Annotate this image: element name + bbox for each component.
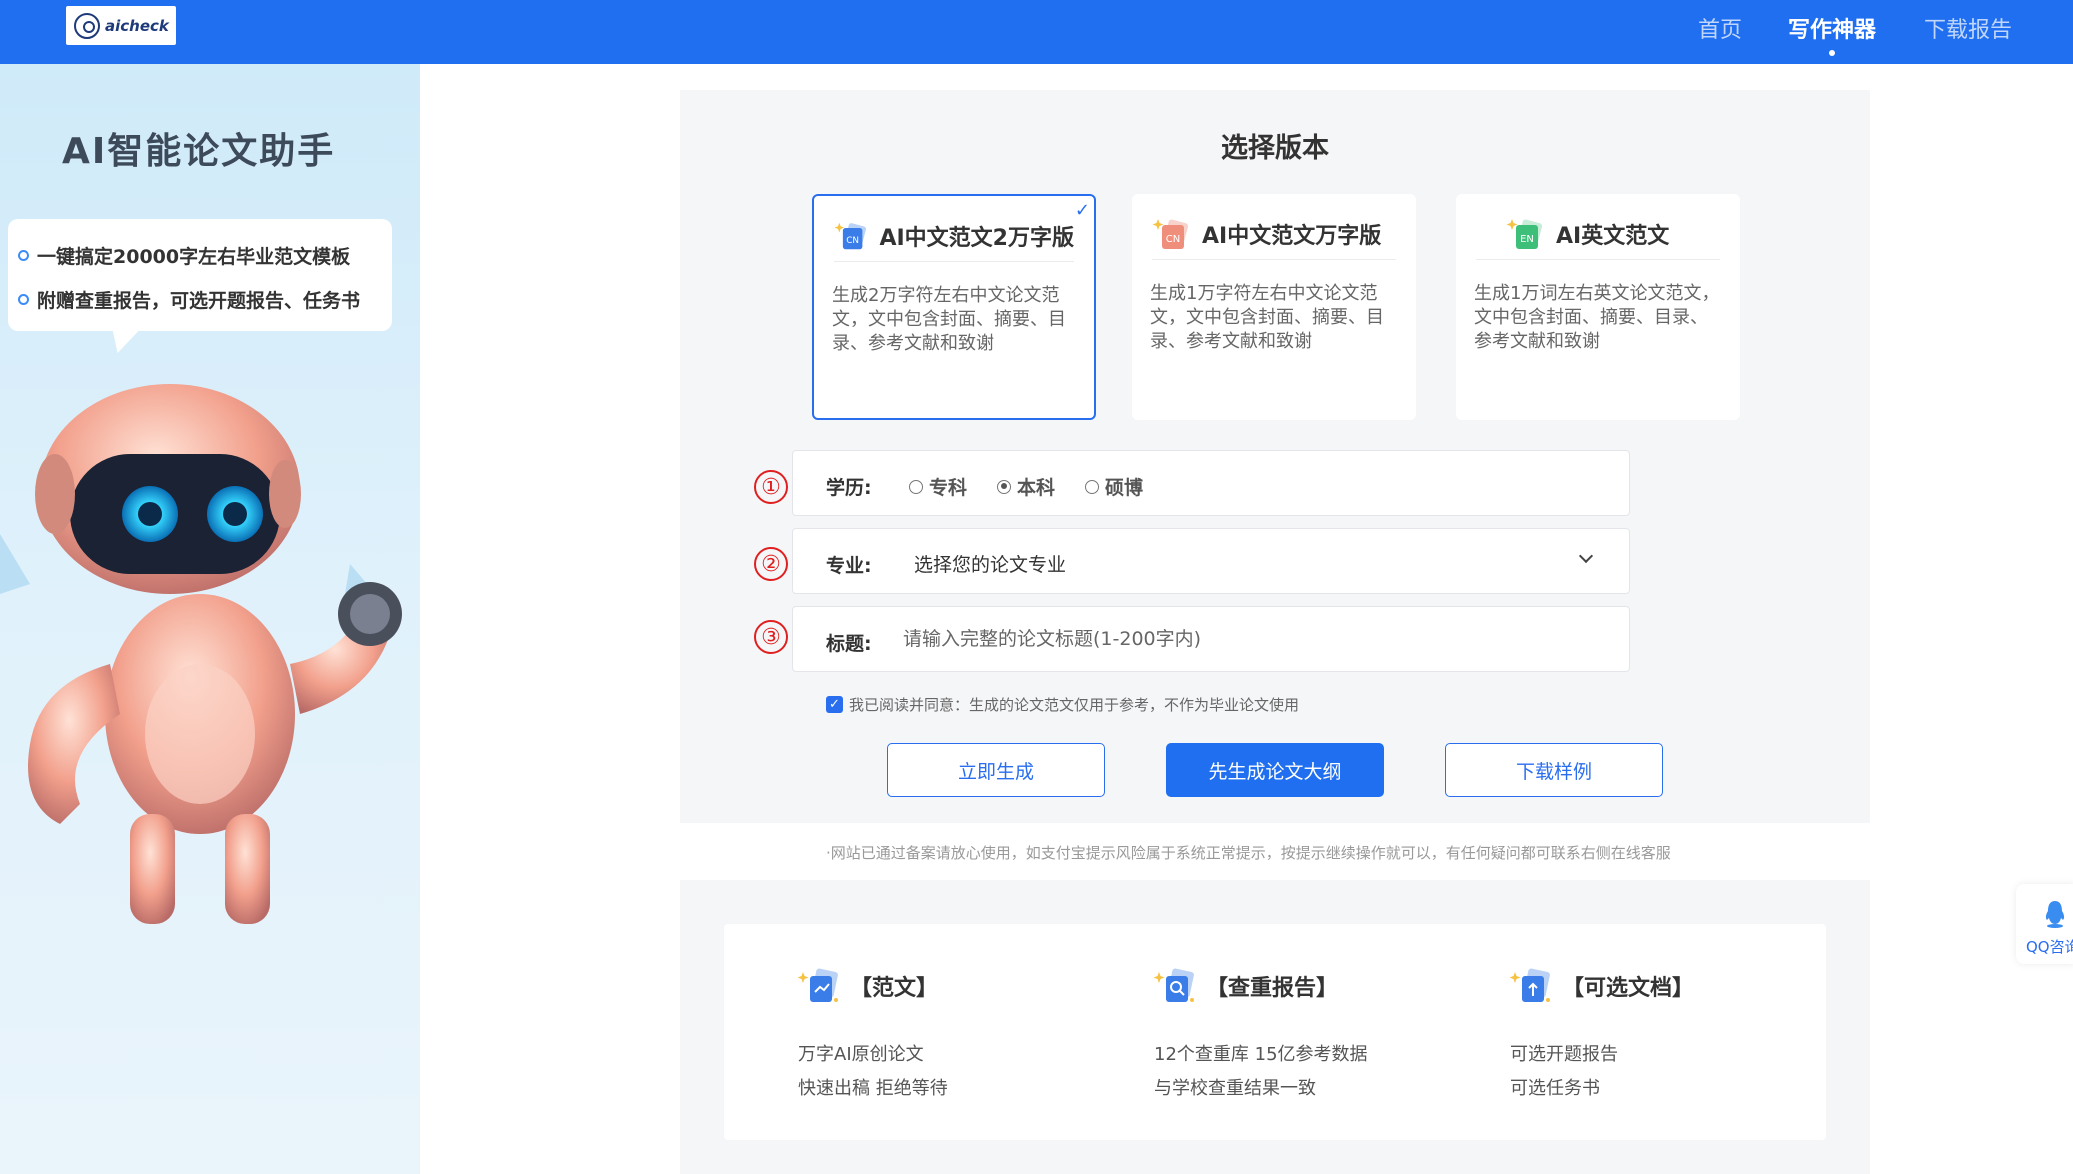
- version-card-header: CN AI中文范文2万字版: [834, 210, 1074, 262]
- agreement-checkbox[interactable]: ✓: [826, 696, 843, 713]
- feature-header: 【范文】: [798, 966, 938, 1006]
- promo-bubble: 一键搞定20000字左右毕业范文模板 附赠查重报告，可选开题报告、任务书: [8, 219, 392, 331]
- qq-penguin-icon: [2045, 901, 2065, 928]
- feature-header: 【查重报告】: [1154, 966, 1338, 1006]
- major-label: 专业:: [826, 555, 872, 577]
- version-name: AI中文范文2万字版: [879, 225, 1074, 251]
- upload-doc-icon: [1510, 968, 1550, 1002]
- title-label: 标题:: [826, 633, 872, 655]
- radio-label: 硕博: [1105, 477, 1144, 499]
- step-number-3: ③: [754, 620, 788, 654]
- feature-title: 【查重报告】: [1206, 976, 1339, 1001]
- version-name: AI中文范文万字版: [1202, 223, 1382, 249]
- radio-icon: [909, 479, 923, 494]
- education-row: 学历: 专科 本科 硕博: [792, 450, 1630, 516]
- feature-line: 12个查重库 15亿参考数据: [1154, 1044, 1368, 1065]
- education-option-associate[interactable]: 专科: [909, 473, 967, 500]
- svg-text:EN: EN: [1520, 234, 1534, 245]
- promo-bullet: 附赠查重报告，可选开题报告、任务书: [18, 286, 360, 313]
- version-card-cn-20k[interactable]: ✓ CN AI中文范文2万字版 生成2万字符左右中文论文范文，文中包含封面、摘要…: [812, 194, 1096, 420]
- feature-line: 与学校查重结果一致: [1154, 1078, 1316, 1099]
- nav-writing-tool-label: 写作神器: [1788, 18, 1877, 43]
- promo-bullet: 一键搞定20000字左右毕业范文模板: [18, 242, 350, 269]
- promo-panel: AI智能论文助手 一键搞定20000字左右毕业范文模板 附赠查重报告，可选开题报…: [0, 64, 420, 1174]
- version-name: AI英文范文: [1556, 223, 1670, 249]
- features-box: 【范文】 万字AI原创论文 快速出稿 拒绝等待 【查重报告】 12个查重库 15…: [724, 924, 1826, 1140]
- version-description: 生成1万字符左右中文论文范文，文中包含封面、摘要、目录、参考文献和致谢: [1150, 283, 1384, 352]
- svg-text:CN: CN: [846, 236, 859, 246]
- nav-download-report[interactable]: 下载报告: [1924, 12, 2012, 44]
- nav-home[interactable]: 首页: [1698, 12, 1742, 44]
- features-section: 【范文】 万字AI原创论文 快速出稿 拒绝等待 【查重报告】 12个查重库 15…: [680, 880, 1870, 1174]
- version-card-header: EN AI英文范文: [1476, 208, 1720, 260]
- title-row: 标题:: [792, 606, 1630, 672]
- feature-header: 【可选文档】: [1510, 966, 1694, 1006]
- checkmark-icon: ✓: [1074, 200, 1090, 221]
- promo-title: AI智能论文助手: [62, 131, 336, 172]
- generate-now-button[interactable]: 立即生成: [887, 743, 1105, 797]
- cn-badge-icon: CN: [834, 222, 867, 249]
- magnifier-icon: [1154, 968, 1194, 1002]
- radio-label: 本科: [1017, 477, 1056, 499]
- bullet-dot-icon: [18, 294, 29, 305]
- logo-text: aicheck: [105, 16, 169, 35]
- top-header: aicheck 首页 写作神器 下载报告: [0, 0, 2073, 64]
- version-card-cn-10k[interactable]: CN AI中文范文万字版 生成1万字符左右中文论文范文，文中包含封面、摘要、目录…: [1132, 194, 1416, 420]
- active-indicator: [1829, 50, 1835, 56]
- document-icon: [798, 968, 838, 1002]
- step-number-1: ①: [754, 470, 788, 504]
- feature-line: 可选开题报告: [1510, 1044, 1618, 1065]
- education-option-bachelor[interactable]: 本科: [997, 473, 1055, 500]
- version-description: 生成2万字符左右中文论文范文，文中包含封面、摘要、目录、参考文献和致谢: [832, 285, 1066, 354]
- qq-consult-label: QQ咨询: [2026, 938, 2073, 956]
- qq-consult-button[interactable]: QQ咨询: [2016, 884, 2073, 964]
- version-card-en[interactable]: EN AI英文范文 生成1万词左右英文论文范文，文中包含封面、摘要、目录、参考文…: [1456, 194, 1740, 420]
- title-input[interactable]: [903, 619, 1603, 659]
- download-sample-button[interactable]: 下载样例: [1445, 743, 1663, 797]
- cn-badge-icon: CN: [1152, 218, 1189, 249]
- feature-line: 可选任务书: [1510, 1078, 1600, 1099]
- promo-bullet-text: 附赠查重报告，可选开题报告、任务书: [37, 290, 361, 312]
- promo-bullet-text: 一键搞定20000字左右毕业范文模板: [37, 246, 351, 268]
- robot-illustration: [0, 384, 402, 924]
- version-card-header: CN AI中文范文万字版: [1152, 208, 1396, 260]
- radio-icon: [1085, 479, 1100, 494]
- chevron-down-icon: [1578, 548, 1594, 564]
- feature-title: 【范文】: [850, 976, 939, 1001]
- nav-writing-tool[interactable]: 写作神器: [1788, 12, 1877, 56]
- feature-line: 快速出稿 拒绝等待: [798, 1078, 948, 1099]
- section-title: 选择版本: [1221, 133, 1329, 164]
- step-number-2: ②: [754, 547, 788, 581]
- radio-icon: [997, 479, 1012, 494]
- major-select[interactable]: 专业: 选择您的论文专业: [792, 528, 1630, 594]
- en-badge-icon: EN: [1506, 218, 1543, 249]
- feature-line: 万字AI原创论文: [798, 1044, 924, 1065]
- version-form-card: 选择版本 ✓ CN AI中文范文2万字版 生成2万字符左右中文论文范文，文中包含…: [680, 90, 1870, 823]
- bullet-dot-icon: [18, 250, 29, 261]
- agreement-text: 我已阅读并同意：生成的论文范文仅用于参考，不作为毕业论文使用: [849, 696, 1300, 714]
- site-notice: ·网站已通过备案请放心使用，如支付宝提示风险属于系统正常提示，按提示继续操作就可…: [826, 844, 1671, 862]
- version-description: 生成1万词左右英文论文范文，文中包含封面、摘要、目录、参考文献和致谢: [1474, 283, 1720, 352]
- aicheck-logo[interactable]: aicheck: [66, 6, 176, 45]
- radio-label: 专科: [929, 477, 968, 499]
- agreement: ✓ 我已阅读并同意：生成的论文范文仅用于参考，不作为毕业论文使用: [826, 694, 1299, 715]
- logo-icon: [74, 12, 100, 39]
- generate-outline-button[interactable]: 先生成论文大纲: [1166, 743, 1384, 797]
- education-label: 学历:: [826, 477, 872, 499]
- major-selected-value: 选择您的论文专业: [914, 554, 1067, 576]
- education-option-graduate[interactable]: 硕博: [1085, 473, 1143, 500]
- education-radio-group: 专科 本科 硕博: [909, 473, 1143, 500]
- feature-title: 【可选文档】: [1562, 976, 1695, 1001]
- svg-text:CN: CN: [1166, 234, 1180, 245]
